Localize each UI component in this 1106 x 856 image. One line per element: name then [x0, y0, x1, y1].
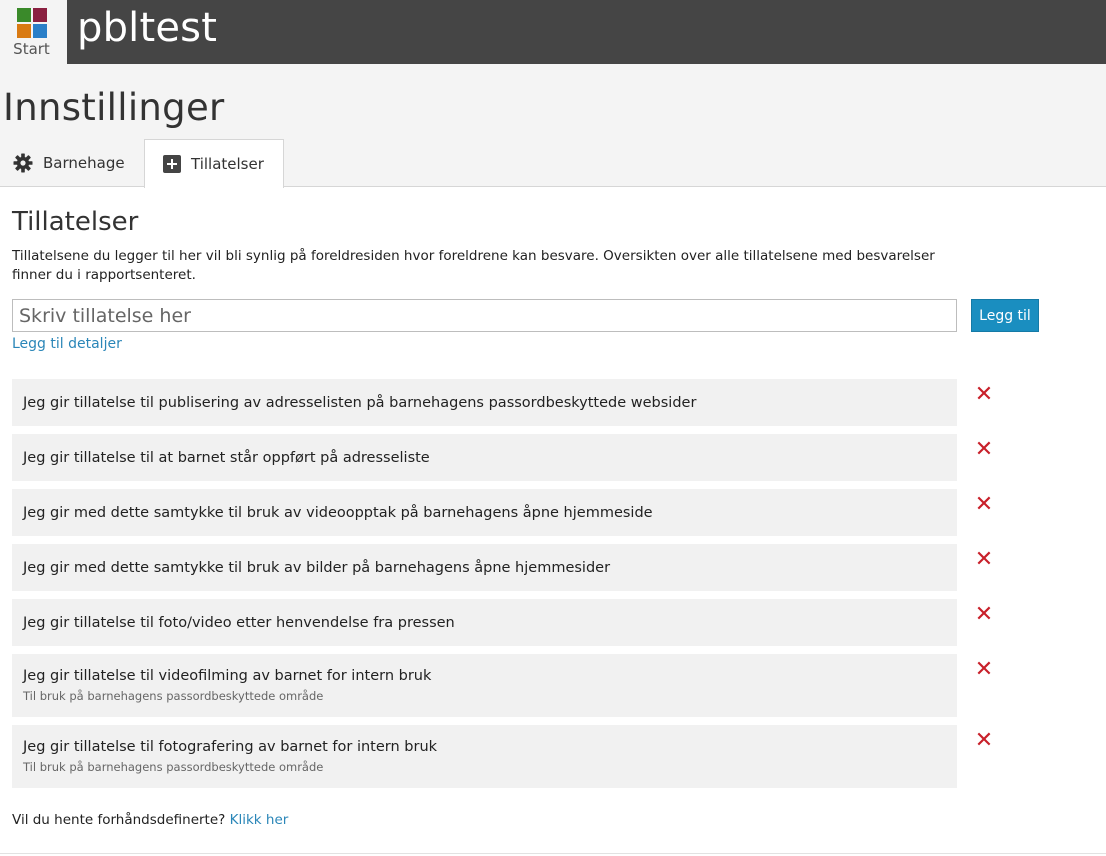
app-grid-icon — [17, 8, 48, 39]
tab-barnehage[interactable]: Barnehage — [0, 139, 144, 187]
list-item: Jeg gir tillatelse til fotografering av … — [12, 725, 1032, 788]
list-item: Jeg gir tillatelse til foto/video etter … — [12, 599, 1032, 646]
section-description: Tillatelsene du legger til her vil bli s… — [12, 248, 935, 283]
permission-text: Jeg gir tillatelse til at barnet står op… — [23, 449, 430, 466]
permission-list: Jeg gir tillatelse til publisering av ad… — [12, 379, 1032, 796]
permission-subtext: Til bruk på barnehagens passordbeskytted… — [23, 689, 324, 703]
permission-item[interactable]: Jeg gir tillatelse til foto/video etter … — [12, 599, 957, 646]
click-here-link[interactable]: Klikk her — [230, 812, 289, 828]
plus-box-icon — [163, 155, 181, 173]
permission-item[interactable]: Jeg gir med dette samtykke til bruk av b… — [12, 544, 957, 591]
permission-item[interactable]: Jeg gir med dette samtykke til bruk av v… — [12, 489, 957, 536]
permission-item[interactable]: Jeg gir tillatelse til publisering av ad… — [12, 379, 957, 426]
list-item: Jeg gir tillatelse til at barnet står op… — [12, 434, 1032, 481]
page-title: Innstillinger — [3, 86, 225, 129]
app-title: pbltest — [77, 5, 218, 51]
permission-item[interactable]: Jeg gir tillatelse til fotografering av … — [12, 725, 957, 788]
permission-text: Jeg gir tillatelse til publisering av ad… — [23, 394, 697, 411]
list-item: Jeg gir med dette samtykke til bruk av v… — [12, 489, 1032, 536]
permission-text: Jeg gir med dette samtykke til bruk av v… — [23, 504, 653, 521]
delete-icon[interactable]: ✕ — [974, 384, 994, 406]
permission-text: Jeg gir tillatelse til videofilming av b… — [23, 668, 432, 684]
start-button[interactable]: Start — [0, 0, 67, 64]
predefined-question: Vil du hente forhåndsdefinerte? — [12, 812, 226, 828]
tab-label: Tillatelser — [191, 155, 264, 173]
divider — [0, 853, 1106, 854]
start-label: Start — [13, 40, 50, 58]
list-item: Jeg gir med dette samtykke til bruk av b… — [12, 544, 1032, 591]
add-permission-button[interactable]: Legg til — [971, 299, 1039, 332]
permission-input[interactable] — [12, 299, 957, 332]
delete-icon[interactable]: ✕ — [974, 604, 994, 626]
tab-label: Barnehage — [43, 154, 125, 172]
list-item: Jeg gir tillatelse til publisering av ad… — [12, 379, 1032, 426]
add-details-link[interactable]: Legg til detaljer — [12, 336, 122, 352]
list-item: Jeg gir tillatelse til videofilming av b… — [12, 654, 1032, 717]
delete-icon[interactable]: ✕ — [974, 730, 994, 752]
predefined-prompt: Vil du hente forhåndsdefinerte? Klikk he… — [12, 812, 288, 828]
gear-icon — [13, 153, 33, 173]
top-bar: Start pbltest — [0, 0, 1106, 64]
page-header: Innstillinger Barnehage Tillatelser — [0, 64, 1106, 188]
permission-text: Jeg gir tillatelse til foto/video etter … — [23, 614, 455, 631]
permission-text: Jeg gir med dette samtykke til bruk av b… — [23, 559, 611, 576]
permission-item[interactable]: Jeg gir tillatelse til videofilming av b… — [12, 654, 957, 717]
delete-icon[interactable]: ✕ — [974, 659, 994, 681]
delete-icon[interactable]: ✕ — [974, 439, 994, 461]
permission-item[interactable]: Jeg gir tillatelse til at barnet står op… — [12, 434, 957, 481]
tab-tillatelser[interactable]: Tillatelser — [144, 139, 284, 188]
delete-icon[interactable]: ✕ — [974, 494, 994, 516]
section-title: Tillatelser — [12, 207, 139, 237]
permission-text: Jeg gir tillatelse til fotografering av … — [23, 739, 438, 755]
delete-icon[interactable]: ✕ — [974, 549, 994, 571]
permission-subtext: Til bruk på barnehagens passordbeskytted… — [23, 760, 324, 774]
